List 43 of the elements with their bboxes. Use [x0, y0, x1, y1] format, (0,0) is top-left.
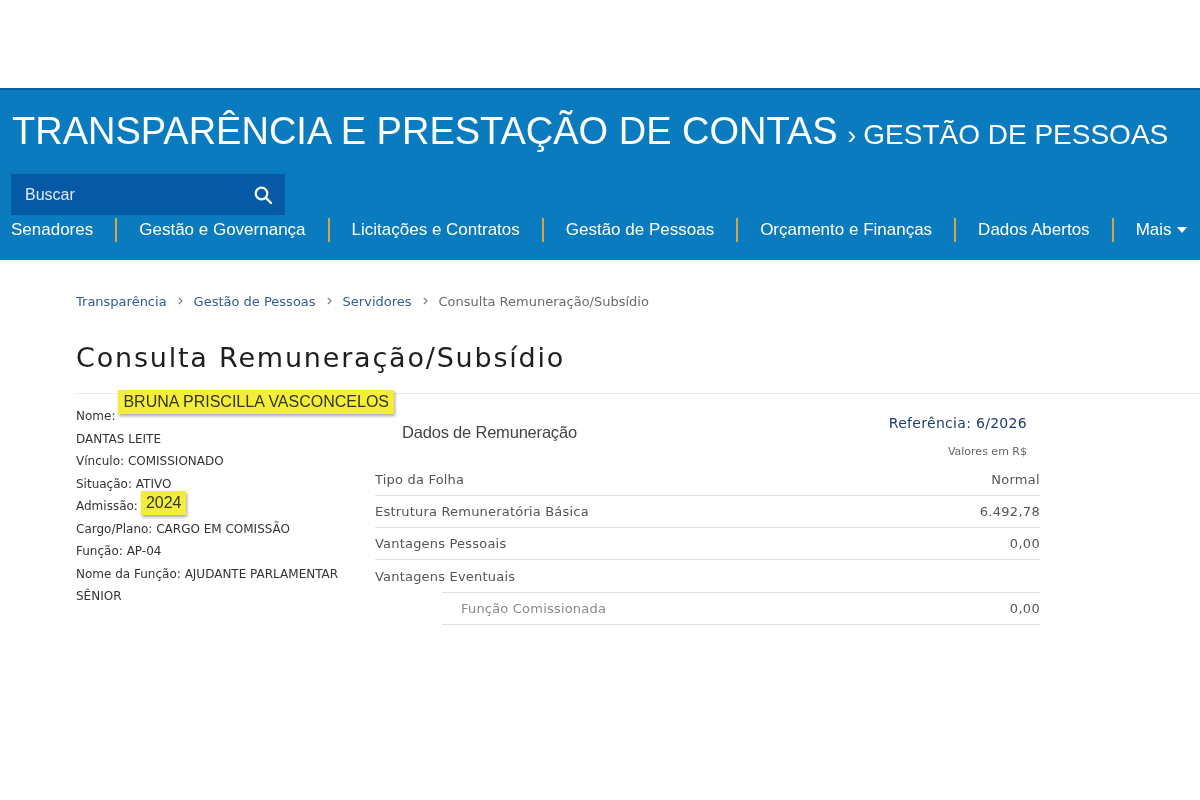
- nav-link[interactable]: Senadores: [0, 218, 116, 242]
- chevron-right-icon: [177, 297, 183, 305]
- field-text: Função: AP-04: [76, 543, 162, 560]
- breadcrumb-current: Consulta Remuneração/Subsídio: [438, 293, 649, 309]
- table-title: Dados de Remuneração: [402, 422, 577, 442]
- caret-down-icon: [1176, 227, 1187, 233]
- row-label: Vantagens Pessoais: [375, 536, 507, 551]
- row-label: Tipo da Folha: [375, 472, 465, 487]
- field-label: Nome:: [76, 409, 116, 423]
- breadcrumb-link[interactable]: Gestão de Pessoas: [193, 293, 316, 309]
- reference-period: Referência: 6/2026: [888, 414, 1027, 432]
- search-field[interactable]: Buscar: [11, 174, 285, 215]
- field-text: Situação: ATIVO: [76, 475, 172, 493]
- breadcrumb-link[interactable]: Servidores: [342, 293, 412, 309]
- nav-link[interactable]: Mais: [1111, 218, 1200, 242]
- chevron-right-icon: [422, 297, 428, 305]
- title-separator: ›: [847, 120, 857, 151]
- nav-link[interactable]: Orçamento e Finanças: [736, 218, 955, 242]
- breadcrumb-link[interactable]: Transparência: [76, 293, 167, 309]
- row-value: Normal: [991, 472, 1040, 487]
- row-value: 6.492,78: [979, 504, 1040, 519]
- field-text: Vínculo: COMISSIONADO: [76, 453, 224, 470]
- currency-note: Valores em R$: [947, 445, 1027, 459]
- section-title: GESTÃO DE PESSOAS: [863, 119, 1169, 151]
- row-value: 0,00: [1009, 536, 1040, 551]
- row-value: 0,00: [1009, 601, 1040, 616]
- chevron-right-icon: [326, 297, 332, 305]
- field-text: Nome da Função: AJUDANTE PARLAMENTAR SÊNIOR: [76, 565, 340, 605]
- nav-link[interactable]: Licitações e Contratos: [327, 218, 542, 242]
- row-label: Estrutura Remuneratória Básica: [375, 504, 589, 519]
- row-label: Vantagens Eventuais: [375, 568, 516, 584]
- field-label: Admissão:: [76, 499, 138, 513]
- field-value: DANTAS LEITE: [76, 431, 161, 446]
- highlight-label: 2024: [140, 491, 187, 515]
- field-text: Cargo/Plano: CARGO EM COMISSÃO: [76, 520, 291, 538]
- search-icon[interactable]: [254, 186, 272, 204]
- site-title: TRANSPARÊNCIA E PRESTAÇÃO DE CONTAS: [12, 109, 838, 154]
- highlight-label: BRUNA PRISCILLA VASCONCELOS: [118, 390, 394, 414]
- row-label: Função Comissionada: [461, 601, 607, 616]
- page-title: Consulta Remuneração/Subsídio: [76, 341, 566, 375]
- nav-link[interactable]: Dados Abertos: [954, 218, 1112, 242]
- nav-link[interactable]: Gestão de Pessoas: [541, 218, 737, 242]
- nav-link[interactable]: Gestão e Governança: [115, 218, 328, 242]
